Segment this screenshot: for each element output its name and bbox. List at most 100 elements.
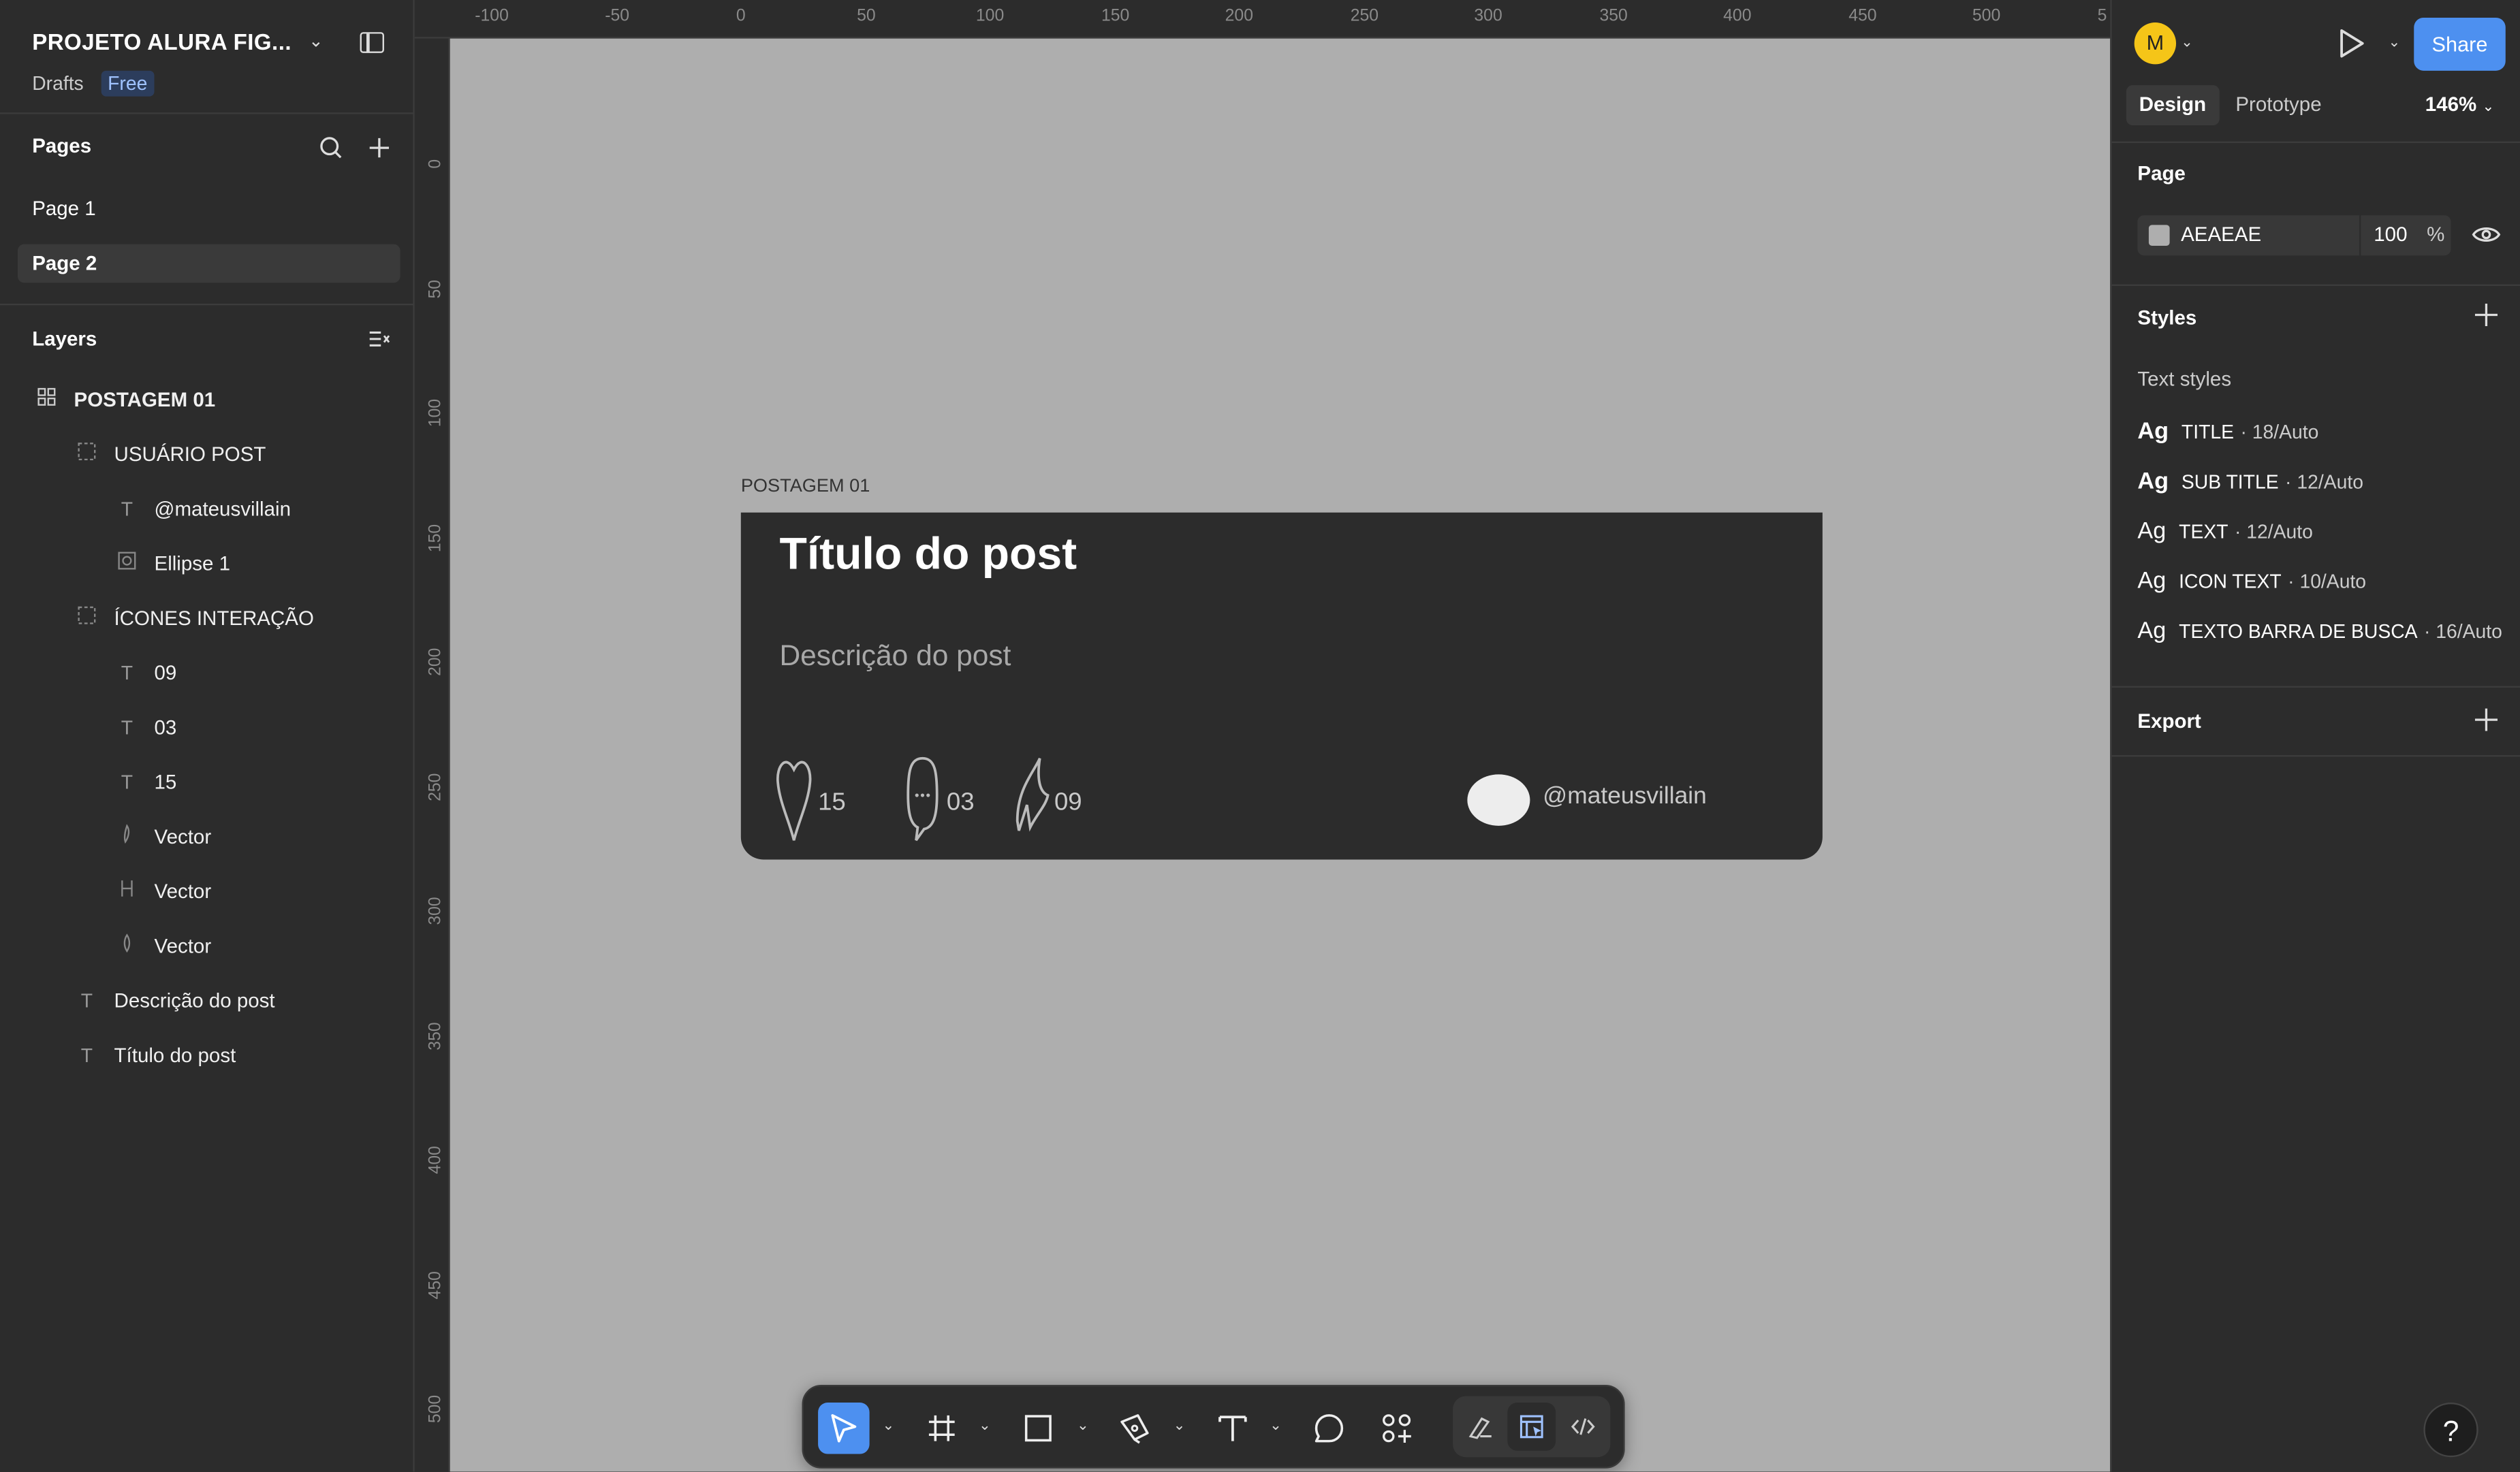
- text-icon: T: [121, 662, 133, 685]
- style-meta: · 12/Auto: [2285, 470, 2363, 494]
- chevron-down-icon[interactable]: ⌄: [1077, 1417, 1089, 1435]
- post-description[interactable]: Descrição do post: [779, 639, 1011, 673]
- page-item-page-2[interactable]: Page 2: [17, 244, 400, 283]
- layer-list-icon[interactable]: [366, 327, 392, 356]
- comment-tool-button[interactable]: [1304, 1403, 1355, 1454]
- ruler-tick: 500: [426, 1394, 445, 1424]
- opacity-unit: %: [2427, 223, 2445, 246]
- layer-label: 09: [154, 662, 177, 685]
- comment-group[interactable]: 03: [907, 756, 975, 851]
- add-page-icon[interactable]: [366, 135, 392, 167]
- draw-mode-button[interactable]: [1456, 1403, 1505, 1451]
- layer-label: USUÁRIO POST: [114, 443, 266, 466]
- dev-mode-button[interactable]: [1559, 1403, 1607, 1451]
- style-preview: Ag: [2137, 519, 2167, 545]
- text-icon: [1218, 1415, 1247, 1441]
- layer-postagem-01[interactable]: POSTAGEM 01: [32, 383, 215, 418]
- text-style-title[interactable]: Ag TITLE · 18/Auto: [2137, 419, 2318, 451]
- text-style-sub-title[interactable]: Ag SUB TITLE · 12/Auto: [2137, 469, 2363, 501]
- group-icon: [72, 601, 101, 637]
- ruler-tick: 400: [1723, 6, 1752, 26]
- layer-usuario-post[interactable]: USUÁRIO POST: [72, 437, 266, 473]
- add-export-icon[interactable]: [2474, 707, 2500, 739]
- design-mode-button[interactable]: [1507, 1403, 1556, 1451]
- tab-design[interactable]: Design: [2126, 85, 2220, 126]
- user-avatar[interactable]: M: [2134, 22, 2177, 65]
- actions-tool-button[interactable]: [1371, 1403, 1423, 1454]
- like-group[interactable]: 15: [776, 756, 846, 851]
- user-avatar-ellipse[interactable]: [1467, 774, 1530, 826]
- ruler-tick: 450: [426, 1271, 445, 1300]
- page-item-page-1[interactable]: Page 1: [18, 189, 400, 228]
- project-name[interactable]: PROJETO ALURA FIG...: [32, 29, 292, 54]
- page-color-field[interactable]: AEAEAE 100 %: [2137, 215, 2451, 256]
- post-username[interactable]: @mateusvillain: [1543, 782, 1707, 810]
- ruler-tick: -100: [475, 6, 509, 26]
- divider: [0, 112, 415, 114]
- style-name: ICON TEXT: [2179, 570, 2282, 593]
- help-button[interactable]: ?: [2423, 1403, 2478, 1458]
- ruler-tick: 200: [1225, 6, 1254, 26]
- like-count: 15: [818, 788, 846, 816]
- layer-vector-2[interactable]: Vector: [112, 874, 211, 910]
- layer-titulo-do-post[interactable]: T Título do post: [72, 1038, 236, 1073]
- layer-ellipse-1[interactable]: Ellipse 1: [112, 546, 230, 581]
- cursor-icon: [831, 1414, 857, 1443]
- ruler-tick: 100: [975, 6, 1005, 26]
- layer-vector-3[interactable]: Vector: [112, 929, 211, 964]
- style-meta: · 10/Auto: [2288, 570, 2367, 593]
- layer-mateusvillain[interactable]: T @mateusvillain: [112, 492, 291, 527]
- ruler-tick: 250: [426, 773, 445, 801]
- page-opacity-value[interactable]: 100: [2374, 223, 2407, 246]
- layer-label: 03: [154, 716, 177, 739]
- text-tool-button[interactable]: [1207, 1403, 1259, 1454]
- share-group[interactable]: 09: [1014, 756, 1082, 851]
- design-canvas[interactable]: POSTAGEM 01 Título do post Descrição do …: [450, 38, 2111, 1472]
- layer-label: Vector: [154, 935, 212, 958]
- text-style-texto-barra-de-busca[interactable]: Ag TEXTO BARRA DE BUSCA · 16/Auto: [2137, 618, 2502, 650]
- post-frame[interactable]: Título do post Descrição do post 15 03 0…: [740, 512, 1823, 860]
- eye-icon[interactable]: [2472, 223, 2501, 254]
- search-icon[interactable]: [318, 135, 344, 167]
- frame-label[interactable]: POSTAGEM 01: [741, 477, 870, 496]
- share-button[interactable]: Share: [2414, 17, 2506, 71]
- bottom-toolbar: ⌄ ⌄ ⌄ ⌄ ⌄: [802, 1385, 1625, 1469]
- layer-text-03[interactable]: T 03: [112, 710, 177, 746]
- chevron-down-icon[interactable]: ⌄: [979, 1417, 991, 1435]
- sidebar-toggle-icon[interactable]: [360, 32, 384, 53]
- layer-text-15[interactable]: T 15: [112, 765, 177, 800]
- vertical-ruler: 0 50 100 150 200 250 300 350 400 450 500: [414, 38, 450, 1472]
- shape-tool-button[interactable]: [1013, 1403, 1065, 1454]
- zoom-level[interactable]: 146% ⌄: [2425, 93, 2495, 116]
- vector-icon: [112, 929, 141, 964]
- frame-tool-button[interactable]: [916, 1403, 968, 1454]
- post-title[interactable]: Título do post: [779, 528, 1077, 580]
- pen-tool-button[interactable]: [1109, 1403, 1161, 1454]
- chevron-down-icon[interactable]: ⌄: [2389, 34, 2401, 52]
- layer-label: Ellipse 1: [154, 552, 231, 575]
- divider: [2359, 215, 2361, 256]
- color-swatch[interactable]: [2148, 225, 2170, 246]
- chevron-down-icon[interactable]: ⌄: [2181, 34, 2193, 52]
- vector-icon: [112, 819, 141, 854]
- layer-icones-interacao[interactable]: ÍCONES INTERAÇÃO: [72, 601, 314, 637]
- add-style-icon[interactable]: [2474, 302, 2500, 334]
- drafts-location[interactable]: Drafts: [32, 72, 84, 95]
- plan-badge: Free: [101, 70, 154, 97]
- chevron-down-icon[interactable]: ⌄: [309, 31, 324, 51]
- layer-text-09[interactable]: T 09: [112, 656, 177, 691]
- export-section-title: Export: [2137, 709, 2201, 733]
- text-style-icon-text[interactable]: Ag ICON TEXT · 10/Auto: [2137, 569, 2366, 601]
- text-style-text[interactable]: Ag TEXT · 12/Auto: [2137, 519, 2313, 551]
- page-color-hex[interactable]: AEAEAE: [2181, 223, 2261, 246]
- layer-descricao-do-post[interactable]: T Descrição do post: [72, 983, 275, 1019]
- layer-label: @mateusvillain: [154, 498, 291, 521]
- chevron-down-icon[interactable]: ⌄: [882, 1417, 894, 1435]
- tab-prototype[interactable]: Prototype: [2222, 85, 2334, 125]
- chevron-down-icon[interactable]: ⌄: [1270, 1417, 1282, 1435]
- move-tool-button[interactable]: [818, 1403, 870, 1454]
- chevron-down-icon[interactable]: ⌄: [1174, 1417, 1186, 1435]
- layer-vector-1[interactable]: Vector: [112, 819, 211, 854]
- figma-app: PROJETO ALURA FIG... ⌄ Drafts Free Pages…: [0, 0, 2520, 1472]
- present-play-icon[interactable]: [2337, 27, 2365, 67]
